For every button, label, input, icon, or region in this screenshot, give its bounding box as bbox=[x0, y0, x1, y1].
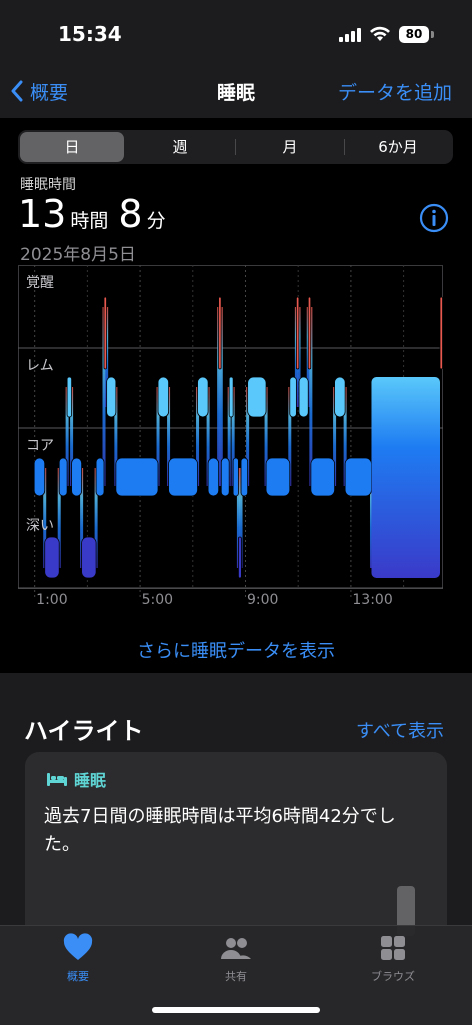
chart-bar-core bbox=[207, 457, 220, 497]
chart-bar-core bbox=[115, 457, 159, 497]
chart-bar-core bbox=[265, 457, 291, 497]
show-all-button[interactable]: すべて表示 bbox=[356, 717, 444, 743]
hours-value: 13 bbox=[18, 192, 67, 236]
tab-summary-label: 概要 bbox=[67, 970, 89, 983]
chart-bar-deep bbox=[81, 536, 97, 579]
x-tick-label: 1:00 bbox=[36, 592, 67, 608]
sleep-duration-label: 睡眠時間 bbox=[20, 177, 76, 193]
chart-bar-rem bbox=[298, 376, 309, 418]
cellular-signal-icon bbox=[339, 28, 363, 42]
chart-bar-rem bbox=[334, 376, 346, 418]
people-icon bbox=[221, 938, 251, 959]
chart-bar-deep bbox=[371, 377, 440, 578]
bed-icon bbox=[47, 773, 67, 786]
chart-bar-rem bbox=[197, 376, 209, 418]
hours-unit: 時間 bbox=[70, 210, 109, 232]
chart-bar-rem bbox=[247, 376, 267, 418]
chart-bar-deep bbox=[44, 536, 60, 579]
stage-label: 深い bbox=[26, 518, 54, 534]
stage-label: レム bbox=[26, 358, 54, 374]
minutes-unit: 分 bbox=[146, 210, 166, 232]
chart-bar-core bbox=[232, 457, 239, 497]
segment-divider bbox=[344, 139, 345, 155]
show-more-sleep-data-link[interactable]: さらに睡眠データを表示 bbox=[0, 637, 472, 663]
chart-bar-core bbox=[58, 457, 68, 497]
chart-bar-awake bbox=[103, 296, 107, 370]
minutes-value: 8 bbox=[118, 192, 143, 236]
stage-label: 覚醒 bbox=[26, 275, 54, 291]
highlight-card-tag: 睡眠 bbox=[46, 767, 106, 791]
period-segmented-control: 日 週 月 6か月 bbox=[18, 130, 453, 164]
grid-icon bbox=[381, 936, 405, 960]
chart-bar-core bbox=[71, 457, 83, 497]
x-tick-label: 5:00 bbox=[142, 592, 173, 608]
segment-month[interactable]: 月 bbox=[238, 132, 342, 162]
x-tick-label: 13:00 bbox=[352, 592, 392, 608]
chart-bar-core bbox=[344, 457, 372, 497]
chart-bar-core bbox=[95, 457, 105, 497]
chart-bar-rem bbox=[289, 376, 297, 418]
home-indicator bbox=[152, 1007, 320, 1013]
wifi-icon bbox=[370, 26, 390, 41]
segment-week[interactable]: 週 bbox=[128, 132, 232, 162]
chart-bar-awake bbox=[439, 296, 443, 370]
chart-bar-awake bbox=[295, 296, 300, 370]
x-tick-label: 9:00 bbox=[247, 592, 278, 608]
heart-icon bbox=[63, 933, 93, 960]
chart-bar-deep bbox=[238, 536, 242, 579]
tab-sharing-label: 共有 bbox=[225, 970, 247, 983]
segment-6months[interactable]: 6か月 bbox=[346, 132, 450, 162]
chart-bar-rem bbox=[157, 376, 169, 418]
tab-browse[interactable]: ブラウズ bbox=[353, 932, 433, 984]
chart-bar-rem bbox=[228, 376, 234, 418]
sleep-date: 2025年8月5日 bbox=[20, 245, 136, 265]
sleep-stages-chart: 覚醒レムコア深い 1:00 5:00 9:00 13:00 bbox=[18, 265, 443, 608]
status-time: 15:34 bbox=[58, 22, 122, 46]
stage-label: コア bbox=[26, 438, 54, 454]
highlight-tag-label: 睡眠 bbox=[74, 771, 107, 790]
info-icon[interactable] bbox=[419, 203, 449, 233]
segment-day[interactable]: 日 bbox=[20, 132, 124, 162]
chart-bar-core bbox=[220, 457, 230, 497]
battery-indicator: 80 bbox=[399, 26, 429, 43]
highlight-card-text: 過去7日間の睡眠時間は平均6時間42分でした。 bbox=[44, 806, 396, 855]
chart-bar-core bbox=[168, 457, 198, 497]
tab-browse-label: ブラウズ bbox=[371, 970, 415, 983]
chart-bar-core bbox=[33, 457, 46, 497]
battery-cap bbox=[431, 31, 434, 38]
chart-bar-awake bbox=[307, 296, 312, 370]
tab-sharing[interactable]: 共有 bbox=[196, 932, 276, 984]
chart-bar-core bbox=[240, 457, 249, 497]
chart-bar-core bbox=[310, 457, 335, 497]
sleep-duration-value: 13 時間 8 分 bbox=[18, 192, 176, 236]
chart-bar-rem bbox=[106, 376, 117, 418]
chart-bar-rem bbox=[66, 376, 72, 418]
tab-summary[interactable]: 概要 bbox=[38, 932, 118, 984]
segment-divider bbox=[235, 139, 236, 155]
chart-bar-awake bbox=[218, 296, 222, 370]
highlights-title: ハイライト bbox=[24, 717, 144, 745]
add-data-button[interactable]: データを追加 bbox=[338, 78, 452, 105]
